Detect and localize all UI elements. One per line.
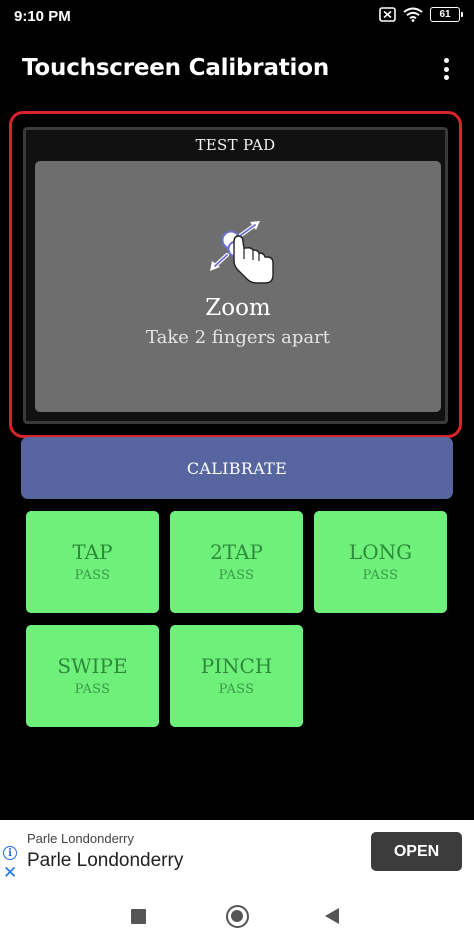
ad-close-icon[interactable]: ✕ <box>3 865 17 882</box>
ad-advertiser: Parle Londonderry <box>27 850 184 871</box>
status-bar: 9:10 PM 61 <box>0 0 474 34</box>
gesture-title: Zoom <box>205 295 271 321</box>
recents-icon[interactable] <box>131 909 146 924</box>
tile-name: PINCH <box>200 654 273 678</box>
ad-banner[interactable]: i ✕ Parle Londonderry Parle Londonderry … <box>0 820 474 886</box>
more-vert-icon[interactable] <box>438 56 454 82</box>
home-icon[interactable] <box>226 905 249 928</box>
tile-status: PASS <box>218 682 255 697</box>
app-title: Touchscreen Calibration <box>22 55 330 81</box>
back-icon[interactable] <box>325 908 339 924</box>
test-tile-long[interactable]: LONG PASS <box>314 511 447 613</box>
wifi-icon <box>403 7 423 22</box>
tile-status: PASS <box>362 568 399 583</box>
test-pad: TEST PAD Zoom Take 2 fingers apart <box>23 127 448 424</box>
test-pad-frame: TEST PAD Zoom Take 2 fingers apart <box>9 111 462 438</box>
test-pad-surface[interactable]: Zoom Take 2 fingers apart <box>35 161 441 412</box>
calibrate-button[interactable]: CALIBRATE <box>21 437 453 499</box>
status-icons: 61 <box>379 7 463 22</box>
test-tile-2tap[interactable]: 2TAP PASS <box>170 511 303 613</box>
tile-name: LONG <box>348 540 413 564</box>
ad-info-icon[interactable]: i <box>3 846 17 860</box>
tile-name: 2TAP <box>210 540 263 564</box>
ad-advertiser-small: Parle Londonderry <box>27 831 134 846</box>
tile-status: PASS <box>74 682 111 697</box>
battery-icon: 61 <box>430 7 463 22</box>
test-tile-tap[interactable]: TAP PASS <box>26 511 159 613</box>
pinch-zoom-icon <box>210 221 274 284</box>
tile-status: PASS <box>74 568 111 583</box>
gesture-hint: Take 2 fingers apart <box>146 327 330 348</box>
status-time: 9:10 PM <box>14 8 71 25</box>
system-nav-bar <box>0 886 474 948</box>
ad-open-button[interactable]: OPEN <box>371 832 462 871</box>
tile-status: PASS <box>218 568 255 583</box>
test-tile-pinch[interactable]: PINCH PASS <box>170 625 303 727</box>
battery-level: 61 <box>439 9 451 20</box>
sim-off-icon <box>379 7 396 22</box>
tile-name: SWIPE <box>57 654 128 678</box>
tile-name: TAP <box>72 540 113 564</box>
test-tile-swipe[interactable]: SWIPE PASS <box>26 625 159 727</box>
test-pad-label: TEST PAD <box>195 136 276 154</box>
